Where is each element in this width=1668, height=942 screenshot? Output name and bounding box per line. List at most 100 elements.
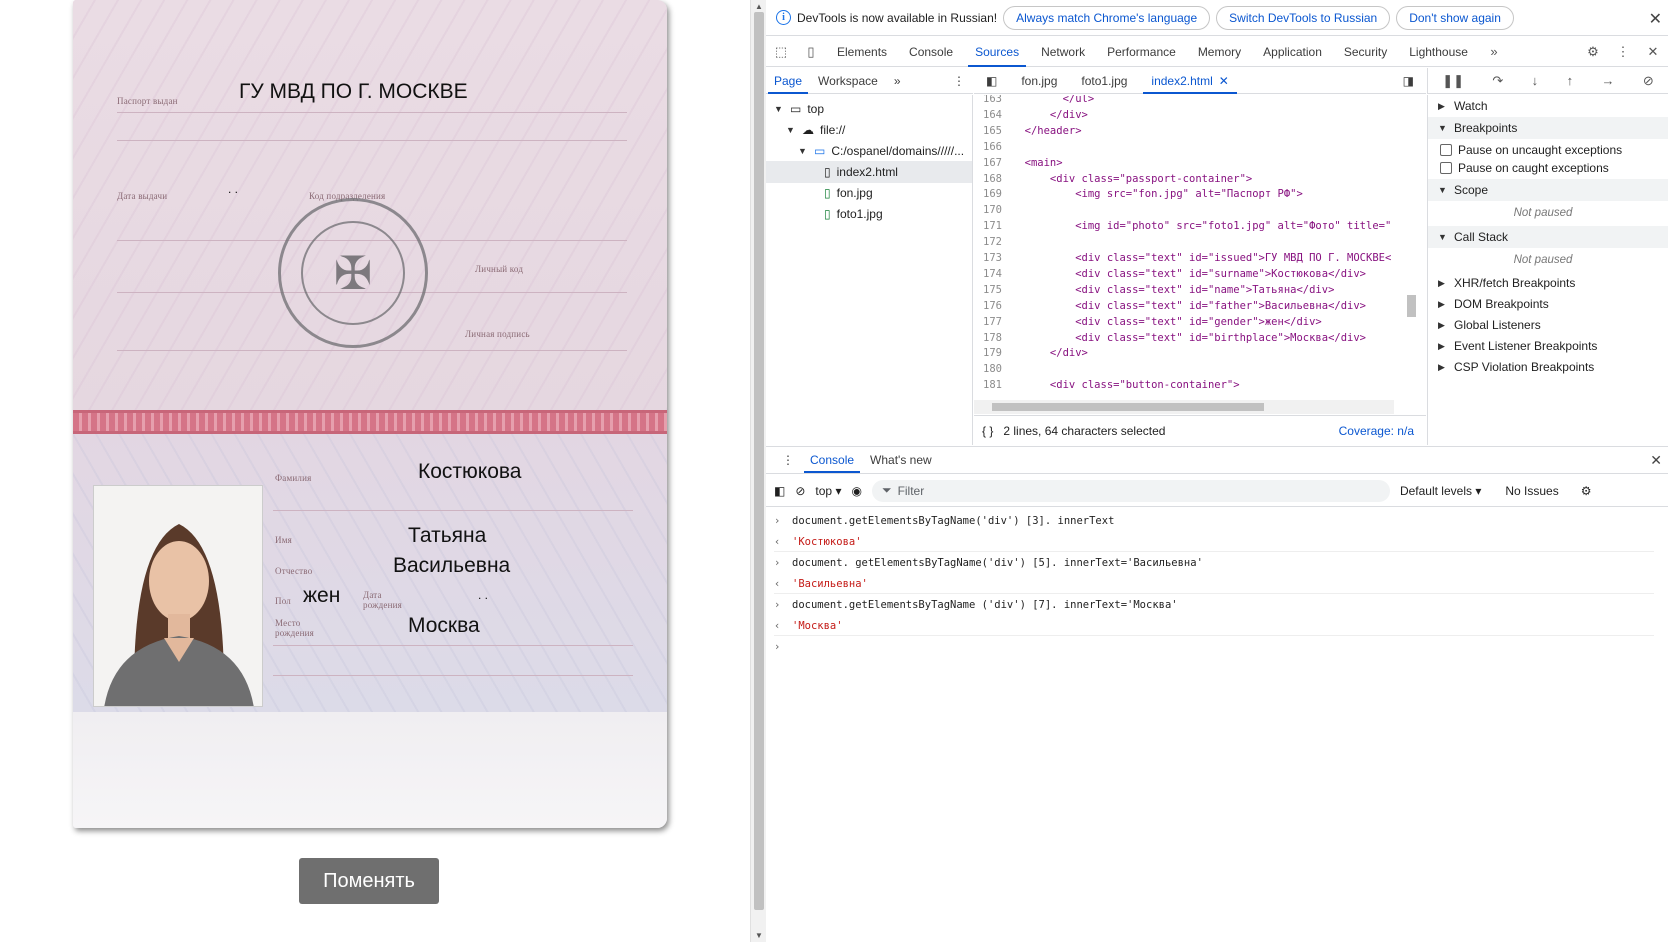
step-over-icon[interactable]: ↷ — [1492, 73, 1503, 89]
editor-tab-foto1[interactable]: foto1.jpg — [1069, 68, 1139, 94]
tab-security[interactable]: Security — [1333, 37, 1398, 67]
kebab-menu-icon[interactable]: ⋮ — [1608, 37, 1638, 67]
filter-input[interactable]: ⏷ Filter — [871, 479, 1390, 502]
code-line[interactable]: 163 </ul> — [974, 95, 1426, 108]
more-tabs-icon[interactable]: » — [1479, 37, 1509, 67]
inspect-element-icon[interactable]: ⬚ — [766, 37, 796, 67]
code-line[interactable]: 176 <div class="text" id="father">Василь… — [974, 298, 1426, 315]
match-language-button[interactable]: Always match Chrome's language — [1003, 5, 1211, 30]
close-icon[interactable]: ✕ — [1649, 9, 1662, 29]
tab-sources[interactable]: Sources — [964, 37, 1030, 67]
section-event-listener-breakpoints[interactable]: ▶ Event Listener Breakpoints — [1428, 335, 1668, 357]
code-line[interactable]: 164 </div> — [974, 107, 1426, 124]
code-line[interactable]: 166 — [974, 139, 1426, 156]
issues-indicator[interactable]: No Issues — [1505, 484, 1558, 498]
line-number[interactable]: 170 — [974, 202, 1012, 219]
line-number[interactable]: 172 — [974, 234, 1012, 251]
dont-show-again-button[interactable]: Don't show again — [1396, 5, 1514, 30]
editor-tab-index2[interactable]: index2.html ✕ — [1139, 68, 1240, 94]
checkbox[interactable] — [1440, 162, 1452, 174]
step-out-icon[interactable]: ↑ — [1567, 73, 1574, 88]
section-watch[interactable]: ▶ Watch — [1428, 95, 1668, 117]
section-scope[interactable]: ▼ Scope — [1428, 179, 1668, 201]
line-number[interactable]: 177 — [974, 314, 1012, 331]
console-output[interactable]: › document.getElementsByTagName('div') [3… — [766, 508, 1668, 942]
tab-page[interactable]: Page — [766, 68, 810, 94]
line-number[interactable]: 180 — [974, 361, 1012, 378]
pause-caught-option[interactable]: Pause on caught exceptions — [1428, 157, 1668, 179]
scrollbar-thumb[interactable] — [992, 403, 1264, 411]
code-line[interactable]: 179 </div> — [974, 345, 1426, 362]
line-number[interactable]: 175 — [974, 282, 1012, 299]
code-line[interactable]: 175 <div class="text" id="name">Татьяна<… — [974, 282, 1426, 299]
close-icon[interactable]: ✕ — [1650, 452, 1662, 469]
section-breakpoints[interactable]: ▼ Breakpoints — [1428, 117, 1668, 139]
section-call-stack[interactable]: ▼ Call Stack — [1428, 226, 1668, 248]
code-line[interactable]: 171 <img id="photo" src="foto1.jpg" alt=… — [974, 218, 1426, 235]
section-dom-breakpoints[interactable]: ▶ DOM Breakpoints — [1428, 293, 1668, 315]
expand-arrow-icon[interactable]: ▼ — [798, 140, 808, 162]
tab-drawer-console[interactable]: Console — [802, 447, 862, 473]
pause-icon[interactable]: ❚❚ — [1442, 73, 1464, 89]
line-number[interactable]: 169 — [974, 186, 1012, 203]
close-icon[interactable]: ✕ — [1638, 37, 1668, 67]
scrollbar-thumb[interactable] — [1407, 295, 1416, 317]
code-line[interactable]: 165 </header> — [974, 123, 1426, 140]
code-line[interactable]: 169 <img src="fon.jpg" alt="Паспорт РФ"> — [974, 186, 1426, 203]
more-tabs-icon[interactable]: » — [886, 68, 909, 94]
tab-lighthouse[interactable]: Lighthouse — [1398, 37, 1479, 67]
line-number[interactable]: 174 — [974, 266, 1012, 283]
code-line[interactable]: 180 — [974, 361, 1426, 378]
editor-vertical-scrollbar[interactable] — [1404, 95, 1418, 400]
line-number[interactable]: 179 — [974, 345, 1012, 362]
console-prompt[interactable]: › — [774, 636, 1654, 658]
toggle-navigator-icon[interactable]: ◧ — [974, 68, 1009, 94]
tree-item-top[interactable]: ▼ ▭ top — [774, 98, 824, 120]
scrollbar-thumb[interactable] — [754, 12, 764, 910]
eye-icon[interactable]: ◉ — [851, 484, 861, 498]
tab-whats-new[interactable]: What's new — [862, 447, 940, 473]
code-line[interactable]: 173 <div class="text" id="issued">ГУ МВД… — [974, 250, 1426, 267]
context-selector[interactable]: top ▾ — [815, 484, 841, 498]
change-button[interactable]: Поменять — [299, 858, 439, 904]
line-number[interactable]: 166 — [974, 139, 1012, 156]
section-global-listeners[interactable]: ▶ Global Listeners — [1428, 314, 1668, 336]
step-into-icon[interactable]: ↓ — [1532, 73, 1539, 88]
pretty-print-icon[interactable]: { } — [982, 424, 993, 438]
code-line[interactable]: 174 <div class="text" id="surname">Костю… — [974, 266, 1426, 283]
tree-item-origin[interactable]: ▼ ☁ file:// — [786, 119, 845, 141]
line-number[interactable]: 168 — [974, 171, 1012, 188]
editor-horizontal-scrollbar[interactable] — [974, 400, 1394, 414]
editor-tab-fon[interactable]: fon.jpg — [1009, 68, 1069, 94]
code-line[interactable]: 168 <div class="passport-container"> — [974, 171, 1426, 188]
close-icon[interactable]: ✕ — [1219, 68, 1229, 94]
tab-memory[interactable]: Memory — [1187, 37, 1252, 67]
section-csp-breakpoints[interactable]: ▶ CSP Violation Breakpoints — [1428, 356, 1668, 378]
code-line[interactable]: 178 <div class="text" id="birthplace">Мо… — [974, 330, 1426, 347]
code-line[interactable]: 172 — [974, 234, 1426, 251]
tab-application[interactable]: Application — [1252, 37, 1333, 67]
clear-console-icon[interactable]: ⊘ — [795, 484, 805, 498]
page-vertical-scrollbar[interactable]: ▲ ▼ — [750, 0, 766, 942]
sidebar-toggle-icon[interactable]: ◧ — [774, 484, 785, 498]
line-number[interactable]: 167 — [974, 155, 1012, 172]
line-number[interactable]: 163 — [974, 95, 1012, 108]
coverage-link[interactable]: Coverage: n/a — [1339, 424, 1414, 438]
tree-item-folder[interactable]: ▼ ▭ C:/ospanel/domains/////... — [798, 140, 964, 162]
tab-elements[interactable]: Elements — [826, 37, 898, 67]
checkbox[interactable] — [1440, 144, 1452, 156]
expand-arrow-icon[interactable]: ▼ — [774, 98, 784, 120]
tree-item-file[interactable]: ▯ foto1.jpg — [824, 203, 883, 225]
tab-performance[interactable]: Performance — [1096, 37, 1187, 67]
scroll-down-icon[interactable]: ▼ — [755, 931, 763, 940]
step-icon[interactable]: → — [1601, 73, 1614, 88]
deactivate-breakpoints-icon[interactable]: ⊘ — [1643, 73, 1654, 89]
code-editor[interactable]: 163 </ul> 164 </div> 165 </header> 166 167 <… — [974, 95, 1426, 400]
line-number[interactable]: 181 — [974, 377, 1012, 394]
log-levels-dropdown[interactable]: Default levels ▾ — [1400, 484, 1481, 498]
section-xhr-breakpoints[interactable]: ▶ XHR/fetch Breakpoints — [1428, 272, 1668, 294]
tab-workspace[interactable]: Workspace — [810, 68, 886, 94]
expand-arrow-icon[interactable]: ▼ — [786, 119, 796, 141]
code-line[interactable]: 177 <div class="text" id="gender">жен</d… — [974, 314, 1426, 331]
switch-russian-button[interactable]: Switch DevTools to Russian — [1216, 5, 1391, 30]
